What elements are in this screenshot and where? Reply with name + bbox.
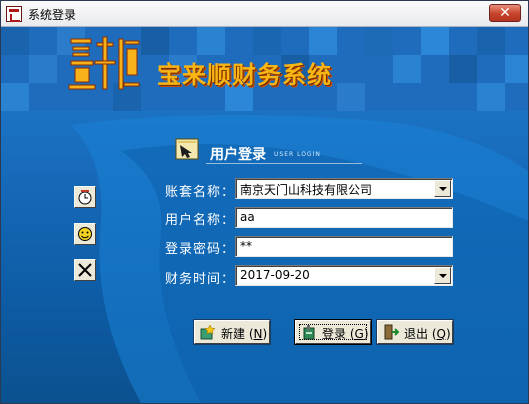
password-label: 登录密码：: [165, 242, 236, 257]
app-icon: [6, 6, 22, 22]
tool-button-1[interactable]: [74, 186, 96, 208]
smiley-icon: [78, 227, 92, 241]
banner-tile: [337, 83, 365, 111]
window-title: 系统登录: [28, 8, 77, 22]
new-button-label: 新建 (N): [221, 327, 268, 341]
banner-tile: [1, 27, 29, 55]
chevron-down-icon[interactable]: [434, 180, 451, 197]
banner-tile: [477, 27, 505, 55]
login-window: 系统登录 ✕ 宝来顺财务系统 用户登录 USER LOGIN 账套名称： 南京天…: [0, 0, 529, 404]
banner-tile: [1, 83, 29, 111]
login-panel-title: 用户登录: [210, 147, 266, 163]
username-label: 用户名称：: [165, 213, 236, 228]
banner-tile: [449, 55, 477, 83]
banner-tile: [29, 55, 57, 83]
login-button-label: 登录 (G): [322, 327, 369, 341]
brand-logo: [67, 33, 141, 99]
banner-tile: [477, 83, 505, 111]
close-button[interactable]: ✕: [489, 4, 521, 22]
finance-date-select[interactable]: 2017-09-20: [235, 265, 453, 286]
username-value: aa: [240, 210, 255, 224]
finance-date-label: 财务时间：: [165, 272, 236, 287]
account-set-select[interactable]: 南京天门山科技有限公司: [235, 178, 453, 199]
banner-tile: [421, 27, 449, 55]
password-input[interactable]: **: [235, 236, 453, 257]
close-icon: [78, 263, 92, 277]
username-input[interactable]: aa: [235, 207, 453, 228]
tool-button-3[interactable]: [74, 259, 96, 281]
new-icon: [200, 324, 216, 340]
banner-tile: [309, 27, 337, 55]
account-set-value: 南京天门山科技有限公司: [240, 183, 373, 197]
banner-tile: [393, 55, 421, 83]
system-title: 宝来顺财务系统: [157, 61, 332, 89]
exit-door-icon: [384, 324, 399, 340]
banner-tile: [197, 27, 225, 55]
close-icon: ✕: [499, 5, 511, 21]
banner-tile: [253, 27, 281, 55]
banner-tile: [505, 55, 528, 83]
login-panel-subtitle: USER LOGIN: [274, 151, 321, 158]
clock-icon: [78, 190, 92, 205]
title-bar[interactable]: 系统登录 ✕: [1, 1, 528, 27]
tool-button-2[interactable]: [74, 223, 96, 245]
password-value: **: [240, 239, 252, 253]
login-icon: [303, 325, 315, 340]
exit-button[interactable]: 退出 (Q): [376, 319, 454, 345]
banner-tile: [365, 27, 393, 55]
exit-button-label: 退出 (Q): [404, 327, 451, 341]
title-divider: [206, 163, 362, 164]
chevron-down-icon[interactable]: [434, 267, 451, 284]
login-button[interactable]: 登录 (G): [294, 319, 372, 345]
account-set-label: 账套名称：: [165, 185, 236, 200]
finance-date-value: 2017-09-20: [240, 268, 310, 282]
banner-tile: [141, 27, 169, 55]
new-button[interactable]: 新建 (N): [193, 319, 271, 345]
user-login-icon: [175, 138, 199, 160]
brand-logo-graphic: [68, 36, 140, 90]
